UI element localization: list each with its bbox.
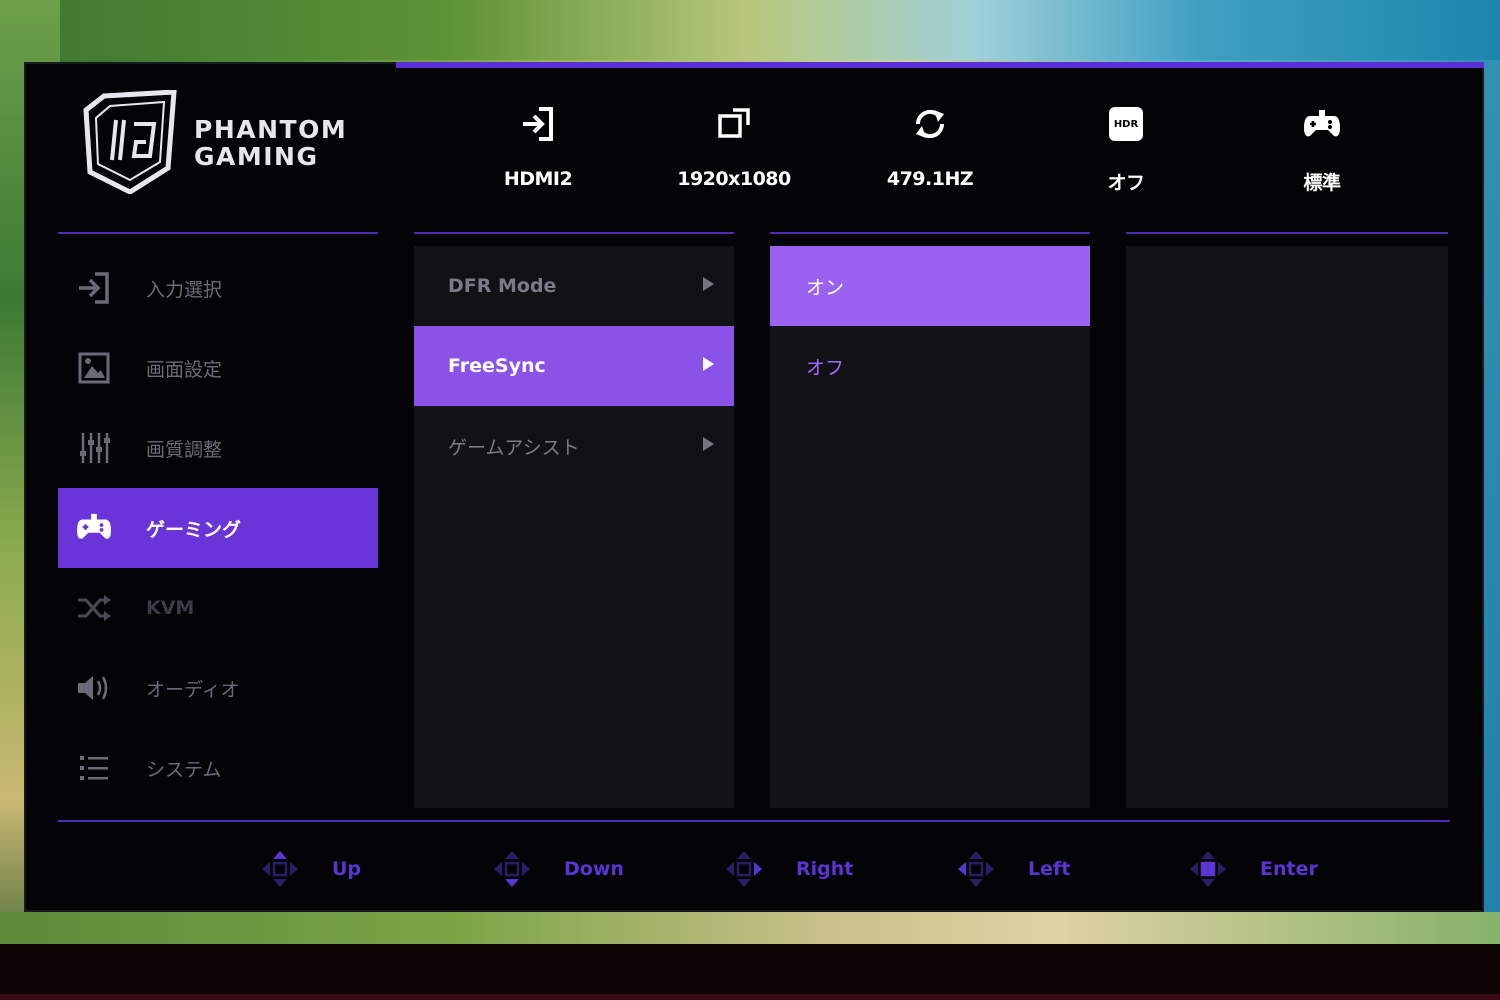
- submenu-separator: [414, 232, 734, 234]
- options-panel: オン オフ: [770, 246, 1090, 808]
- status-resolution: 1920x1080: [674, 104, 794, 190]
- nav-item-kvm[interactable]: KVM: [58, 568, 378, 648]
- detail-separator: [1126, 232, 1448, 234]
- nav-label: システム: [146, 758, 222, 781]
- submenu-label: DFR Mode: [448, 275, 557, 297]
- hint-up: Up: [260, 846, 361, 892]
- chevron-right-icon: [703, 437, 714, 451]
- chevron-right-icon: [703, 277, 714, 291]
- dpad-right-icon: [726, 851, 762, 887]
- osd-menu: PHANTOM GAMING HDMI2 1920x1080 479.1HZ H…: [24, 62, 1484, 912]
- status-game-mode: 標準: [1262, 104, 1382, 195]
- submenu-item-freesync[interactable]: FreeSync: [414, 326, 734, 406]
- brand-name: PHANTOM GAMING: [194, 116, 347, 170]
- nav-label: オーディオ: [146, 678, 240, 701]
- nav-label: 画質調整: [146, 438, 223, 461]
- input-icon: [523, 107, 553, 141]
- nav-item-image-adjust[interactable]: 画質調整: [58, 408, 378, 488]
- option-label: オン: [806, 276, 845, 299]
- nav-separator: [58, 232, 378, 234]
- status-hdr-value: オフ: [1107, 172, 1145, 194]
- dpad-down-icon: [494, 851, 530, 887]
- system-icon: [74, 748, 114, 788]
- hint-left: Left: [956, 846, 1070, 892]
- gamepad-icon: [74, 508, 114, 548]
- option-label: オフ: [806, 356, 845, 379]
- submenu-item-game-assist[interactable]: ゲームアシスト: [414, 406, 734, 486]
- hdr-icon-text: HDR: [1113, 118, 1139, 130]
- chevron-right-icon: [703, 357, 714, 371]
- options-separator: [770, 232, 1090, 234]
- hint-down: Down: [492, 846, 624, 892]
- hint-label: Right: [796, 858, 854, 880]
- submenu-label: ゲームアシスト: [448, 436, 580, 459]
- brand-line1: PHANTOM: [194, 115, 348, 144]
- nav-item-system[interactable]: システム: [58, 728, 378, 808]
- status-input-value: HDMI2: [503, 168, 573, 190]
- sliders-icon: [74, 428, 114, 468]
- brand-logo: PHANTOM GAMING: [82, 90, 382, 200]
- hint-label: Left: [1028, 858, 1071, 880]
- background-scenery: [0, 0, 1500, 60]
- background-scenery-bottom: [0, 912, 1500, 944]
- status-input: HDMI2: [478, 104, 598, 190]
- nav-item-input-select[interactable]: 入力選択: [58, 248, 378, 328]
- status-refresh: 479.1HZ: [870, 104, 990, 190]
- refresh-rate-icon: [915, 109, 945, 139]
- nav-label: 入力選択: [146, 278, 223, 301]
- nav-label: KVM: [146, 597, 195, 619]
- nav-item-picture-settings[interactable]: 画面設定: [58, 328, 378, 408]
- nav-item-audio[interactable]: オーディオ: [58, 648, 378, 728]
- resolution-icon: [718, 108, 750, 138]
- status-hdr: HDR オフ: [1066, 104, 1186, 195]
- brand-line2: GAMING: [194, 142, 319, 171]
- dpad-up-icon: [262, 851, 298, 887]
- footer-separator: [58, 820, 1450, 822]
- dpad-enter-icon: [1190, 851, 1226, 887]
- detail-panel: [1126, 246, 1448, 808]
- status-refresh-value: 479.1HZ: [886, 168, 974, 190]
- status-game-mode-value: 標準: [1303, 172, 1341, 194]
- picture-icon: [74, 348, 114, 388]
- top-accent-bar: [396, 62, 1484, 68]
- dpad-left-icon: [958, 851, 994, 887]
- option-off[interactable]: オフ: [770, 326, 1090, 406]
- audio-icon: [74, 668, 114, 708]
- nav-label: ゲーミング: [146, 518, 242, 541]
- monitor-bezel: [0, 944, 1500, 1000]
- input-select-icon: [74, 268, 114, 308]
- nav-label: 画面設定: [146, 358, 223, 381]
- hint-label: Up: [332, 858, 362, 880]
- status-resolution-value: 1920x1080: [677, 168, 791, 190]
- hint-label: Enter: [1260, 858, 1318, 880]
- submenu-label: FreeSync: [448, 355, 546, 377]
- hint-enter: Enter: [1188, 846, 1318, 892]
- nav-item-gaming[interactable]: ゲーミング: [58, 488, 378, 568]
- kvm-icon: [74, 588, 114, 628]
- submenu-item-dfr-mode[interactable]: DFR Mode: [414, 246, 734, 326]
- hint-label: Down: [564, 858, 624, 880]
- submenu-panel: DFR Mode FreeSync ゲームアシスト: [414, 246, 734, 808]
- hint-right: Right: [724, 846, 853, 892]
- option-on[interactable]: オン: [770, 246, 1090, 326]
- phantom-gaming-logo-mark: [83, 90, 177, 194]
- hdr-icon: HDR: [1109, 107, 1143, 141]
- game-mode-icon: [1304, 110, 1340, 137]
